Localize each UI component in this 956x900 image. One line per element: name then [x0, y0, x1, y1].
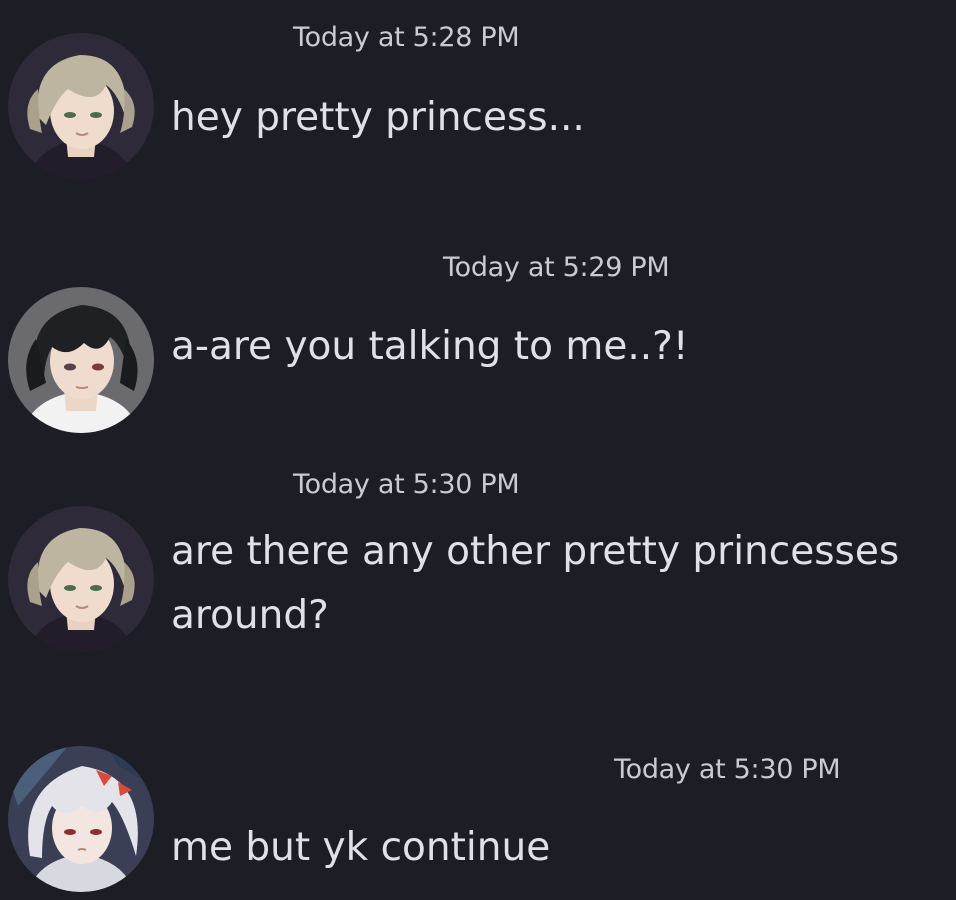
- message-4: Today at 5:30 PM me but yk continue: [0, 740, 956, 900]
- message-text: hey pretty princess...: [171, 86, 585, 150]
- message-3: Today at 5:30 PM are there any other pre…: [0, 460, 956, 690]
- message-line: me but yk continue: [171, 825, 551, 870]
- white-haired-character-avatar-icon[interactable]: [8, 746, 154, 892]
- message-timestamp: Today at 5:30 PM: [293, 469, 520, 500]
- message-1: Today at 5:28 PM hey pretty princess...: [0, 0, 956, 200]
- message-line: are there any other pretty princesses: [171, 529, 900, 574]
- message-line: around?: [171, 593, 329, 638]
- dark-haired-character-avatar-icon[interactable]: [8, 287, 154, 433]
- blonde-braided-character-avatar-icon[interactable]: [8, 33, 154, 179]
- message-text: are there any other pretty princesses ar…: [171, 520, 899, 648]
- message-timestamp: Today at 5:28 PM: [293, 22, 520, 53]
- message-timestamp: Today at 5:30 PM: [614, 754, 841, 785]
- message-text: me but yk continue: [171, 816, 550, 880]
- chat-log: Today at 5:28 PM hey pretty princess... …: [0, 0, 956, 900]
- message-text: a-are you talking to me..?!: [171, 315, 688, 379]
- message-timestamp: Today at 5:29 PM: [443, 252, 670, 283]
- message-line: a-are you talking to me..?!: [171, 324, 689, 369]
- message-2: Today at 5:29 PM a-are you talking to me…: [0, 245, 956, 455]
- message-line: hey pretty princess...: [171, 95, 585, 140]
- blonde-braided-character-avatar-icon[interactable]: [8, 506, 154, 652]
